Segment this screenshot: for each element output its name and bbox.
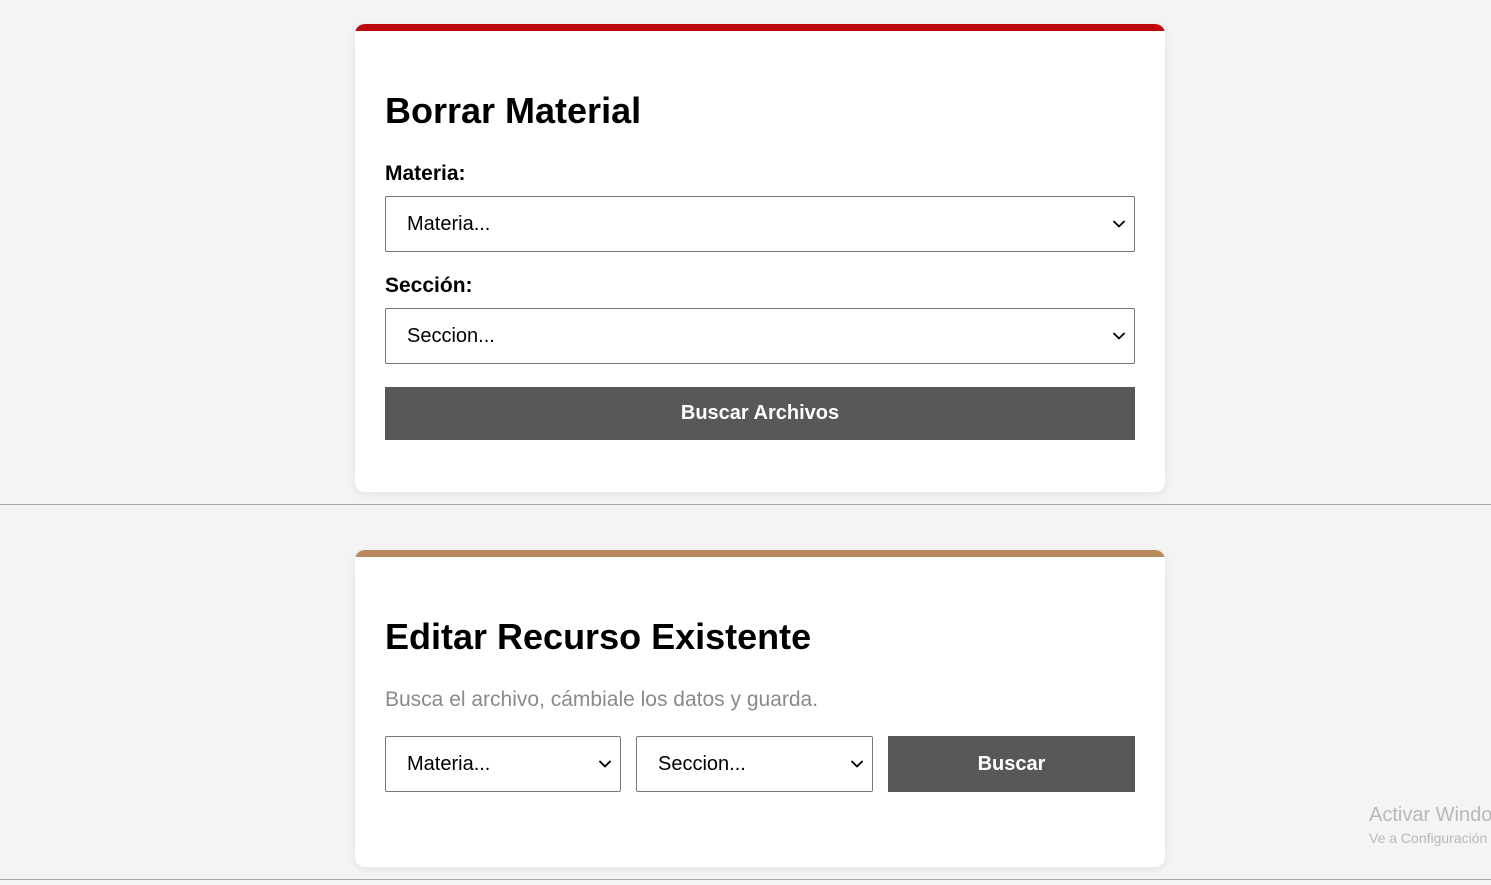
section-divider: [0, 504, 1491, 505]
chevron-down-icon: [851, 760, 863, 768]
card-accent-bar: [355, 550, 1165, 557]
seccion-label: Sección:: [385, 274, 473, 297]
editar-seccion-select-value: Seccion...: [658, 752, 746, 775]
watermark-line2: Ve a Configuración: [1369, 830, 1488, 846]
seccion-select[interactable]: Seccion...: [385, 308, 1135, 364]
watermark-line1: Activar Windo: [1369, 804, 1491, 826]
section-divider-bottom: [0, 879, 1491, 880]
borrar-title: Borrar Material: [385, 90, 642, 131]
chevron-down-icon: [1113, 332, 1125, 340]
editar-recurso-card: Editar Recurso Existente Busca el archiv…: [355, 550, 1165, 867]
editar-seccion-select[interactable]: Seccion...: [636, 736, 873, 792]
chevron-down-icon: [1113, 220, 1125, 228]
materia-select-value: Materia...: [407, 212, 491, 235]
windows-activation-watermark: Activar Windo Ve a Configuración: [1369, 804, 1491, 846]
editar-materia-select-value: Materia...: [407, 752, 491, 775]
materia-label: Materia:: [385, 162, 466, 185]
seccion-select-value: Seccion...: [407, 324, 495, 347]
borrar-material-card: Borrar Material Materia: Materia... Secc…: [355, 24, 1165, 492]
card-accent-bar: [355, 24, 1165, 31]
chevron-down-icon: [599, 760, 611, 768]
editar-subtitle: Busca el archivo, cámbiale los datos y g…: [385, 688, 819, 711]
editar-title: Editar Recurso Existente: [385, 616, 812, 657]
materia-select[interactable]: Materia...: [385, 196, 1135, 252]
buscar-button[interactable]: Buscar: [888, 736, 1135, 792]
buscar-archivos-button[interactable]: Buscar Archivos: [385, 387, 1135, 440]
editar-materia-select[interactable]: Materia...: [385, 736, 621, 792]
